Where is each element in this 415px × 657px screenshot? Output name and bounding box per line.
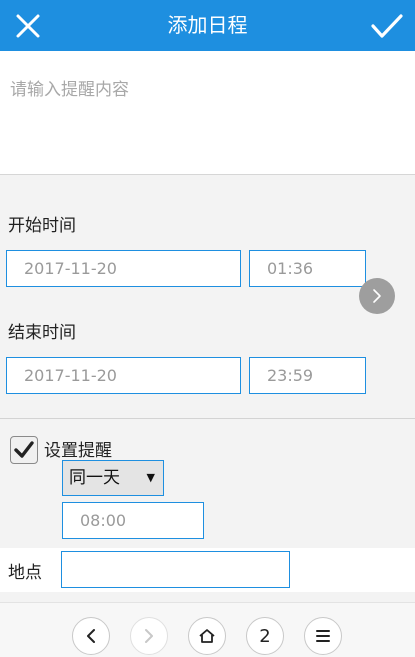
reminder-day-value: 同一天 <box>69 468 120 488</box>
location-input[interactable] <box>61 551 290 588</box>
content-input-area <box>0 51 415 175</box>
end-date-field[interactable]: 2017-11-20 <box>6 357 241 394</box>
end-time-label: 结束时间 <box>8 323 76 343</box>
close-icon <box>16 14 40 37</box>
page-number: 2 <box>259 625 271 647</box>
location-label: 地点 <box>8 563 42 583</box>
close-button[interactable] <box>0 0 56 51</box>
confirm-button[interactable] <box>359 0 415 51</box>
reminder-time-field[interactable]: 08:00 <box>62 502 204 539</box>
location-row: 地点 <box>0 548 415 592</box>
menu-button[interactable] <box>304 617 342 655</box>
chevron-right-icon <box>145 629 153 643</box>
bottom-nav-bar: 2 <box>0 602 415 657</box>
forward-button[interactable] <box>130 617 168 655</box>
end-time-field[interactable]: 23:59 <box>249 357 366 394</box>
chevron-right-icon <box>373 289 381 303</box>
page-number-button[interactable]: 2 <box>246 617 284 655</box>
chevron-left-icon <box>87 629 95 643</box>
home-icon <box>199 629 215 643</box>
reminder-checkbox[interactable] <box>10 436 38 464</box>
menu-icon <box>316 630 330 642</box>
next-button[interactable] <box>359 278 395 314</box>
start-date-field[interactable]: 2017-11-20 <box>6 250 241 287</box>
home-button[interactable] <box>188 617 226 655</box>
back-button[interactable] <box>72 617 110 655</box>
checkmark-icon <box>14 441 34 458</box>
page-title: 添加日程 <box>167 13 248 37</box>
check-icon <box>371 13 403 38</box>
reminder-day-select[interactable]: 同一天 ▼ <box>62 460 164 496</box>
top-app-bar: 添加日程 <box>0 0 415 51</box>
reminder-content-input[interactable] <box>0 51 415 174</box>
start-time-label: 开始时间 <box>8 216 76 236</box>
dropdown-arrow-icon: ▼ <box>146 471 155 484</box>
section-divider <box>0 418 415 419</box>
start-time-field[interactable]: 01:36 <box>249 250 366 287</box>
reminder-label: 设置提醒 <box>44 441 112 461</box>
